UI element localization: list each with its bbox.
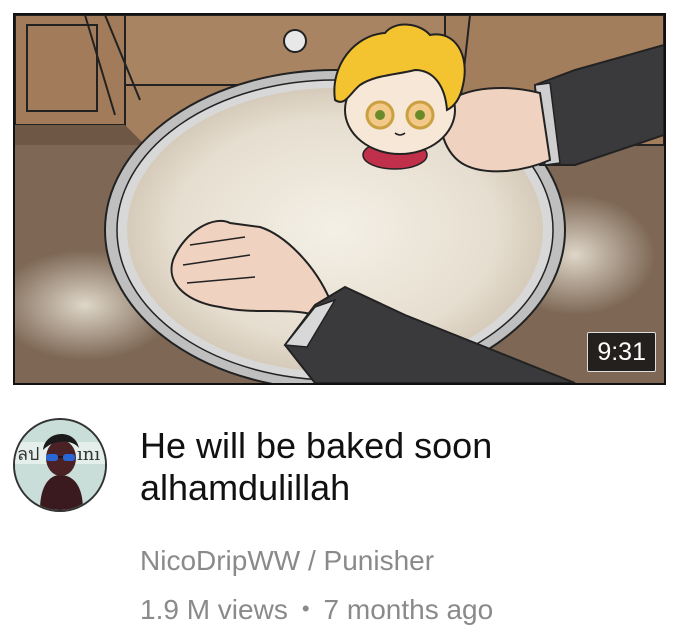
channel-name[interactable]: NicoDripWW / Punisher: [140, 544, 434, 578]
video-thumbnail[interactable]: 9:31: [13, 13, 666, 385]
video-title[interactable]: He will be baked soon alhamdulillah: [140, 425, 660, 509]
channel-avatar[interactable]: ลป ını: [13, 418, 107, 512]
avatar-banner-text: ลป: [17, 444, 39, 465]
video-metadata: 1.9 M views • 7 months ago: [140, 592, 493, 627]
avatar-image: ลป ını: [15, 420, 105, 510]
cabinet-knob: [283, 29, 307, 53]
video-duration: 9:31: [587, 332, 656, 372]
separator-dot: •: [301, 596, 310, 621]
thumbnail-illustration: [15, 15, 664, 383]
avatar-banner-text: ını: [77, 444, 100, 465]
upload-age: 7 months ago: [323, 594, 494, 625]
view-count: 1.9 M views: [140, 594, 288, 625]
